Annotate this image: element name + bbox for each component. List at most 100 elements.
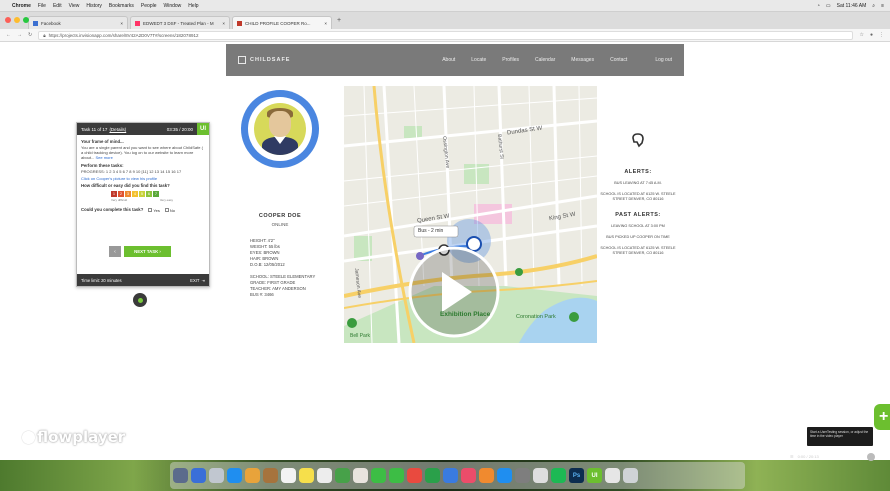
menu-bookmarks[interactable]: Bookmarks <box>109 3 134 9</box>
see-more-link[interactable]: See more <box>95 155 112 160</box>
video-play-icon[interactable] <box>410 248 498 336</box>
system-preferences-icon[interactable] <box>515 468 530 483</box>
battery-icon[interactable]: ▭ <box>826 3 831 9</box>
maximize-window-icon[interactable] <box>23 17 29 23</box>
numbers-icon[interactable] <box>425 468 440 483</box>
menu-window[interactable]: Window <box>164 3 182 9</box>
reminders-icon[interactable] <box>317 468 332 483</box>
nav-about[interactable]: About <box>442 57 455 63</box>
chrome-icon[interactable] <box>533 468 548 483</box>
rating-option[interactable]: 5 <box>139 191 145 197</box>
close-tab-icon[interactable]: × <box>120 21 123 26</box>
task-counter: Task 11 of 17 <box>81 126 108 132</box>
child-avatar[interactable] <box>241 90 319 168</box>
reload-icon[interactable]: ↻ <box>28 32 32 38</box>
tab-facebook[interactable]: Facebook × <box>28 16 128 29</box>
back-arrow-icon[interactable]: ← <box>6 32 11 38</box>
ibooks-icon[interactable] <box>479 468 494 483</box>
contacts-icon[interactable] <box>263 468 278 483</box>
location-map[interactable]: Dundas St W Queen St W King St W Ossingt… <box>344 86 597 343</box>
previous-task-button[interactable]: ‹ <box>109 246 121 257</box>
new-tab-icon[interactable]: + <box>337 17 341 24</box>
no-checkbox[interactable]: No <box>164 208 175 213</box>
forward-arrow-icon[interactable]: → <box>17 32 22 38</box>
address-bar[interactable]: 🔒︎ https://projects.invisionapp.com/shar… <box>38 30 854 40</box>
pages-icon[interactable] <box>407 468 422 483</box>
frame-text: You are a single parent and you want to … <box>81 145 203 160</box>
downloads-icon[interactable] <box>605 468 620 483</box>
itunes-icon[interactable] <box>461 468 476 483</box>
nav-calendar[interactable]: Calendar <box>535 57 555 63</box>
wifi-icon[interactable]: ◔ <box>817 3 820 9</box>
next-task-button[interactable]: NEXT TASK › <box>124 246 171 257</box>
siri-icon[interactable] <box>191 468 206 483</box>
exit-button[interactable]: EXIT ⇥ <box>190 278 205 283</box>
menu-chrome[interactable]: Chrome <box>12 3 31 9</box>
task-details-link[interactable]: (Details) <box>109 127 126 132</box>
nav-logout[interactable]: Log out <box>655 57 672 63</box>
rating-option[interactable]: 1 <box>111 191 117 197</box>
keynote-icon[interactable] <box>443 468 458 483</box>
macos-dock: Ps UI <box>170 462 745 489</box>
calendar-icon[interactable] <box>281 468 296 483</box>
tab-invision[interactable]: EDWEDT 3 DSF - Treated Plan - M × <box>130 16 230 29</box>
place-bell-park: Bell Park <box>350 333 371 339</box>
close-tab-icon[interactable]: × <box>324 21 327 26</box>
rating-option[interactable]: 2 <box>118 191 124 197</box>
maps-icon[interactable] <box>335 468 350 483</box>
rating-option[interactable]: 4 <box>132 191 138 197</box>
minimize-window-icon[interactable] <box>14 17 20 23</box>
menu-list-icon[interactable]: ≡ <box>881 3 884 9</box>
safari-icon[interactable] <box>227 468 242 483</box>
trash-icon[interactable] <box>623 468 638 483</box>
bookmark-star-icon[interactable]: ☆ <box>859 32 863 38</box>
rating-option[interactable]: 7 <box>153 191 159 197</box>
nav-profiles[interactable]: Profiles <box>502 57 519 63</box>
add-note-button[interactable]: + <box>874 404 890 430</box>
menubar-clock[interactable]: Sat 11:46 AM <box>837 3 867 9</box>
launchpad-icon[interactable] <box>209 468 224 483</box>
task-progress: PROGRESS: 1 2 3 4 5 6 7 8 9 10 [11] 12 1… <box>81 169 182 174</box>
facetime-icon[interactable] <box>389 468 404 483</box>
menu-file[interactable]: File <box>38 3 46 9</box>
volume-icon[interactable] <box>867 452 875 461</box>
menu-edit[interactable]: Edit <box>53 3 62 9</box>
messages-icon[interactable] <box>371 468 386 483</box>
browser-tab-strip: Facebook × EDWEDT 3 DSF - Treated Plan -… <box>0 12 890 29</box>
task-instruction-link[interactable]: Click on Cooper's picture to view his pr… <box>81 176 205 181</box>
chrome-menu-icon[interactable]: ⋮ <box>879 32 884 38</box>
yes-checkbox[interactable]: Yes <box>148 208 160 213</box>
menu-help[interactable]: Help <box>188 3 198 9</box>
nav-locate[interactable]: Locate <box>471 57 486 63</box>
playlist-icon[interactable]: ☰ <box>790 454 794 459</box>
mail-icon[interactable] <box>245 468 260 483</box>
photos-icon[interactable] <box>353 468 368 483</box>
close-tab-icon[interactable]: × <box>222 21 225 26</box>
usertesting-icon[interactable]: UI <box>587 468 602 483</box>
notes-icon[interactable] <box>299 468 314 483</box>
url-text: https://projects.invisionapp.com/share/8… <box>48 32 199 38</box>
close-window-icon[interactable] <box>5 17 11 23</box>
search-icon[interactable]: ⌕ <box>872 3 875 9</box>
place-coronation: Coronation Park <box>516 314 556 320</box>
tab-child-profile[interactable]: CHILD PROFILE COOPER Ro... × <box>232 16 332 29</box>
photoshop-icon[interactable]: Ps <box>569 468 584 483</box>
childsafe-navbar: CHILDSAFE About Locate Profiles Calendar… <box>226 44 684 76</box>
spotify-icon[interactable] <box>551 468 566 483</box>
task-panel-toggle[interactable] <box>133 293 147 307</box>
nav-messages[interactable]: Messages <box>571 57 594 63</box>
rating-option[interactable]: 3 <box>125 191 131 197</box>
childsafe-logo[interactable]: CHILDSAFE <box>238 56 290 64</box>
past-alert-item: BUS PICKED UP COOPER ON TIME <box>606 235 670 239</box>
menu-people[interactable]: People <box>141 3 157 9</box>
extension-icon[interactable]: ● <box>870 32 873 38</box>
window-controls <box>5 17 29 23</box>
finder-icon[interactable] <box>173 468 188 483</box>
browser-toolbar: ← → ↻ 🔒︎ https://projects.invisionapp.co… <box>0 29 890 42</box>
menu-view[interactable]: View <box>69 3 80 9</box>
flowplayer-watermark: flowplayer <box>22 428 125 446</box>
menu-history[interactable]: History <box>86 3 102 9</box>
nav-contact[interactable]: Contact <box>610 57 627 63</box>
app-store-icon[interactable] <box>497 468 512 483</box>
rating-option[interactable]: 6 <box>146 191 152 197</box>
